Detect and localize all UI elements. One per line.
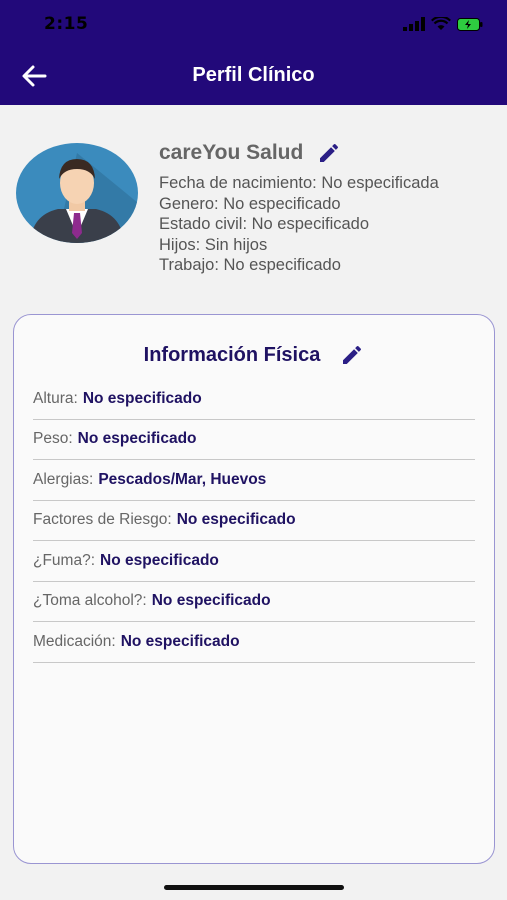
profile-name-row: careYou Salud bbox=[159, 141, 341, 165]
job-text: Trabajo: No especificado bbox=[159, 256, 341, 274]
row-value: No especificado bbox=[176, 511, 296, 529]
row-value: No especificado bbox=[151, 592, 271, 610]
row-toma-alcohol: ¿Toma alcohol?: No especificado bbox=[33, 582, 475, 622]
gender-text: Genero: No especificado bbox=[159, 194, 341, 213]
row-alergias: Alergias: Pescados/Mar, Huevos bbox=[33, 460, 475, 501]
row-value: No especificado bbox=[77, 430, 197, 448]
physical-info-title: Información Física bbox=[143, 343, 321, 366]
children-text: Hijos: Sin hijos bbox=[159, 235, 268, 254]
row-value: No especificado bbox=[120, 632, 240, 650]
profile-details: Fecha de nacimiento: No especificada Gen… bbox=[159, 173, 479, 276]
edit-profile-pencil-icon[interactable] bbox=[317, 141, 341, 165]
edit-physical-info-pencil-icon[interactable] bbox=[340, 343, 364, 367]
row-label: ¿Fuma?: bbox=[33, 551, 96, 569]
row-factores-riesgo: Factores de Riesgo: No especificado bbox=[33, 501, 475, 541]
row-label: Factores de Riesgo: bbox=[33, 511, 172, 529]
signal-icon bbox=[403, 17, 425, 31]
row-fuma: ¿Fuma?: No especificado bbox=[33, 541, 475, 582]
row-label: Alergias: bbox=[33, 470, 94, 488]
row-value: Pescados/Mar, Huevos bbox=[98, 470, 267, 488]
row-label: Altura: bbox=[33, 389, 78, 407]
row-label: Peso: bbox=[33, 430, 73, 448]
avatar bbox=[16, 143, 138, 243]
app-header: 2:15 Perfil Clínico bbox=[0, 0, 507, 105]
battery-icon bbox=[457, 17, 483, 31]
row-peso: Peso: No especificado bbox=[33, 420, 475, 460]
physical-info-card: Información Física Altura: No especifica… bbox=[13, 314, 495, 864]
home-indicator[interactable] bbox=[164, 885, 344, 890]
status-time: 2:15 bbox=[44, 14, 89, 34]
profile-name: careYou Salud bbox=[159, 141, 304, 164]
row-altura: Altura: No especificado bbox=[33, 379, 475, 420]
physical-info-list: Altura: No especificado Peso: No especif… bbox=[33, 379, 475, 663]
row-value: No especificado bbox=[82, 389, 202, 407]
user-avatar-icon bbox=[16, 143, 138, 243]
marital-status-text: Estado civil: No especificado bbox=[159, 215, 370, 233]
wifi-icon bbox=[431, 17, 451, 30]
row-value: No especificado bbox=[100, 551, 219, 569]
status-icons bbox=[403, 17, 483, 31]
physical-info-header: Información Física bbox=[14, 343, 494, 367]
row-label: Medicación: bbox=[33, 632, 116, 650]
birthdate-text: Fecha de nacimiento: No especificada bbox=[159, 174, 439, 192]
row-label: ¿Toma alcohol?: bbox=[33, 592, 147, 610]
row-medicacion: Medicación: No especificado bbox=[33, 622, 475, 663]
page-title: Perfil Clínico bbox=[192, 64, 315, 86]
